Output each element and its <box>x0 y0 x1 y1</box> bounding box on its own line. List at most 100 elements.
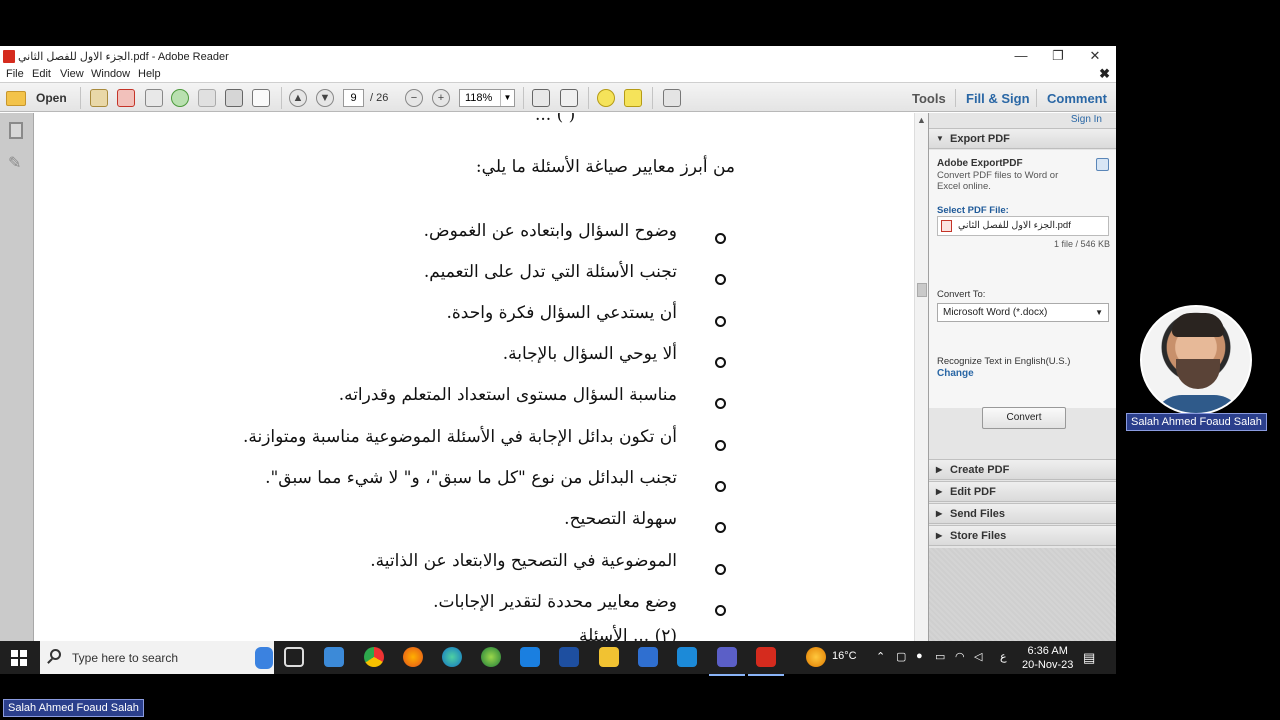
chevron-down-icon[interactable]: ▼ <box>500 90 514 106</box>
zoom-value: 118% <box>465 92 493 104</box>
presenter-shirt <box>1152 395 1244 413</box>
export-pdf-header[interactable]: ▼ Export PDF <box>929 128 1116 149</box>
print-icon[interactable] <box>225 89 243 107</box>
menu-help[interactable]: Help <box>138 68 161 80</box>
full-screen-icon[interactable] <box>560 89 578 107</box>
navigation-pane: ✎ <box>0 113 34 674</box>
menu-file[interactable]: File <box>6 68 24 80</box>
fill-sign-link[interactable]: Fill & Sign <box>966 91 1030 106</box>
powershell-icon[interactable] <box>559 647 579 667</box>
file-size: 1 file / 546 KB <box>1053 239 1110 249</box>
partial-text-top: ( ) ... <box>535 113 576 125</box>
taskbar-search-box[interactable]: Type here to search <box>40 641 274 674</box>
document-info-icon[interactable] <box>1096 158 1109 171</box>
toolbar: Open ▲ ▼ 9 / 26 − + 118% ▼ Tools Fill & … <box>0 82 1116 112</box>
app-icon[interactable] <box>520 647 540 667</box>
scroll-up-icon[interactable]: ▲ <box>917 115 926 125</box>
search-highlight-icon <box>255 647 273 669</box>
list-item: وضع معايير محددة لتقدير الإجابات. <box>433 592 677 612</box>
menu-window[interactable]: Window <box>91 68 130 80</box>
zoom-in-icon[interactable]: + <box>432 89 450 107</box>
send-files-label: Send Files <box>950 508 1006 520</box>
bullet-circle <box>715 398 726 409</box>
attachments-icon[interactable]: ✎ <box>8 153 21 173</box>
document-view[interactable]: ( ) ... من أبرز معايير صياغة الأسئلة ما … <box>35 113 914 674</box>
task-view-icon[interactable] <box>284 647 304 667</box>
adobe-reader-icon[interactable] <box>748 647 784 676</box>
cloud-upload-icon[interactable] <box>171 89 189 107</box>
previous-page-icon[interactable]: ▲ <box>289 89 307 107</box>
highlight-icon[interactable] <box>624 89 642 107</box>
store-files-header[interactable]: ▶ Store Files <box>929 525 1116 546</box>
minimize-button[interactable]: — <box>1006 48 1036 64</box>
page-thumbnails-icon[interactable] <box>9 122 23 139</box>
title-bar: الجزء الاول للفصل الثاني.pdf - Adobe Rea… <box>0 46 1116 66</box>
convert-to-select[interactable]: Microsoft Word (*.docx) ▼ <box>937 303 1109 322</box>
scroll-thumb[interactable] <box>917 283 927 297</box>
convert-to-label: Convert To: <box>937 289 986 300</box>
show-hidden-icons-icon[interactable]: ⌃ <box>876 650 885 663</box>
close-document-icon[interactable]: ✖ <box>1099 66 1110 82</box>
chrome-icon[interactable] <box>364 647 384 667</box>
restore-button[interactable]: ❐ <box>1043 48 1073 64</box>
email-icon[interactable] <box>252 89 270 107</box>
tasks-pane: Sign In ▼ Export PDF Adobe ExportPDF Con… <box>928 113 1116 674</box>
export-title: Adobe ExportPDF <box>937 158 1023 169</box>
edge-icon[interactable] <box>442 647 462 667</box>
zoom-select[interactable]: 118% ▼ <box>459 89 515 107</box>
next-page-icon[interactable]: ▼ <box>316 89 334 107</box>
open-button[interactable]: Open <box>6 87 67 109</box>
bullet-circle <box>715 316 726 327</box>
edit-pdf-header[interactable]: ▶ Edit PDF <box>929 481 1116 502</box>
tray-app-icon[interactable]: ▢ <box>896 650 906 663</box>
mail-icon[interactable] <box>677 647 697 667</box>
export-pdf-icon[interactable] <box>117 89 135 107</box>
menu-view[interactable]: View <box>60 68 84 80</box>
windows-start-icon[interactable] <box>11 650 27 666</box>
browser-icon[interactable] <box>481 647 501 667</box>
firefox-icon[interactable] <box>403 647 423 667</box>
notifications-icon[interactable]: ▤ <box>1083 650 1095 666</box>
convert-button[interactable]: Convert <box>982 407 1066 429</box>
file-name: الجزء الاول للفصل الثاني.pdf <box>958 220 1071 231</box>
page-number-input[interactable]: 9 <box>343 89 364 107</box>
create-pdf-label: Create PDF <box>950 464 1010 476</box>
expand-icon[interactable] <box>663 89 681 107</box>
file-explorer-icon[interactable] <box>599 647 619 667</box>
app-icon[interactable] <box>324 647 344 667</box>
send-files-header[interactable]: ▶ Send Files <box>929 503 1116 524</box>
battery-icon[interactable]: ▭ <box>935 650 945 663</box>
weather-icon <box>806 647 826 667</box>
vertical-scrollbar[interactable]: ▲ ▼ <box>914 113 928 674</box>
toolbar-separator <box>588 87 589 109</box>
bullet-circle <box>715 481 726 492</box>
store-icon[interactable] <box>638 647 658 667</box>
weather-temperature[interactable]: 16°C <box>832 650 857 662</box>
sign-in-link[interactable]: Sign In <box>1071 114 1102 125</box>
sticky-note-icon[interactable] <box>597 89 615 107</box>
input-language[interactable]: ع <box>1000 650 1007 663</box>
zoom-out-icon[interactable]: − <box>405 89 423 107</box>
wifi-icon[interactable]: ◠ <box>955 650 965 663</box>
close-button[interactable]: ✕ <box>1080 48 1110 64</box>
windows-taskbar: Type here to search 16°C ⌃ ▢ ● ▭ ◠ ◁ ع 6… <box>0 641 1116 676</box>
create-pdf-header[interactable]: ▶ Create PDF <box>929 459 1116 480</box>
comment-link[interactable]: Comment <box>1047 91 1107 106</box>
list-item: أن يستدعي السؤال فكرة واحدة. <box>446 303 678 323</box>
triangle-down-icon: ▼ <box>936 134 944 143</box>
microphone-icon[interactable]: ● <box>916 650 923 662</box>
volume-icon[interactable]: ◁ <box>974 650 982 663</box>
tools-link[interactable]: Tools <box>912 91 946 106</box>
teams-icon[interactable] <box>709 647 745 676</box>
edit-pdf-icon[interactable] <box>145 89 163 107</box>
taskbar-clock[interactable]: 6:36 AM 20-Nov-23 <box>1022 644 1073 672</box>
create-pdf-icon[interactable] <box>90 89 108 107</box>
chevron-down-icon: ▼ <box>1095 308 1103 317</box>
menu-edit[interactable]: Edit <box>32 68 51 80</box>
save-icon[interactable] <box>198 89 216 107</box>
change-language-link[interactable]: Change <box>937 368 974 379</box>
presenter-name-tag-bottom: Salah Ahmed Foaud Salah <box>3 699 144 717</box>
fit-page-icon[interactable] <box>532 89 550 107</box>
selected-file-field[interactable]: الجزء الاول للفصل الثاني.pdf <box>937 216 1109 236</box>
toolbar-separator <box>1036 89 1037 107</box>
